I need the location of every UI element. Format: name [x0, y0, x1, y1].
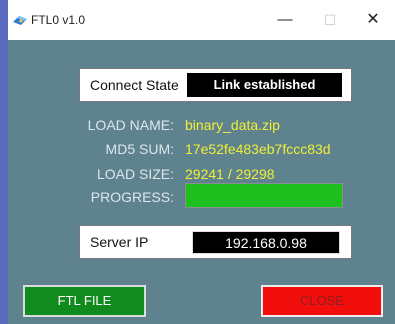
close-button[interactable]: CLOSE: [261, 285, 383, 317]
md5-sum-label: MD5 SUM:: [105, 141, 174, 157]
main-window: FTL0 v1.0 — ☐ ✕ Connect State Link estab…: [8, 0, 395, 324]
progress-bar-fill: [186, 184, 342, 207]
server-ip-value: 192.168.0.98: [192, 231, 340, 254]
progress-bar: [185, 183, 343, 208]
app-icon: [13, 16, 27, 25]
minimize-button[interactable]: —: [270, 8, 300, 32]
connect-state-label: Connect State: [90, 77, 179, 93]
md5-sum-value: 17e52fe483eb7fccc83d: [185, 141, 331, 157]
window-title: FTL0 v1.0: [31, 13, 86, 27]
connect-state-panel: Connect State Link established: [79, 68, 352, 102]
load-size-value: 29241 / 29298: [185, 166, 275, 182]
server-ip-label: Server IP: [90, 234, 149, 250]
connect-state-value: Link established: [187, 73, 342, 97]
title-bar[interactable]: FTL0 v1.0 — ☐ ✕: [8, 0, 395, 40]
ftl-file-button[interactable]: FTL FILE: [23, 285, 146, 317]
window-close-button[interactable]: ✕: [358, 8, 388, 32]
progress-label: PROGRESS:: [90, 189, 174, 205]
load-size-label: LOAD SIZE:: [96, 166, 174, 182]
load-name-label: LOAD NAME:: [87, 117, 174, 133]
server-ip-panel: Server IP 192.168.0.98: [79, 225, 352, 259]
maximize-button[interactable]: ☐: [315, 8, 345, 32]
load-name-value: binary_data.zip: [185, 117, 280, 133]
